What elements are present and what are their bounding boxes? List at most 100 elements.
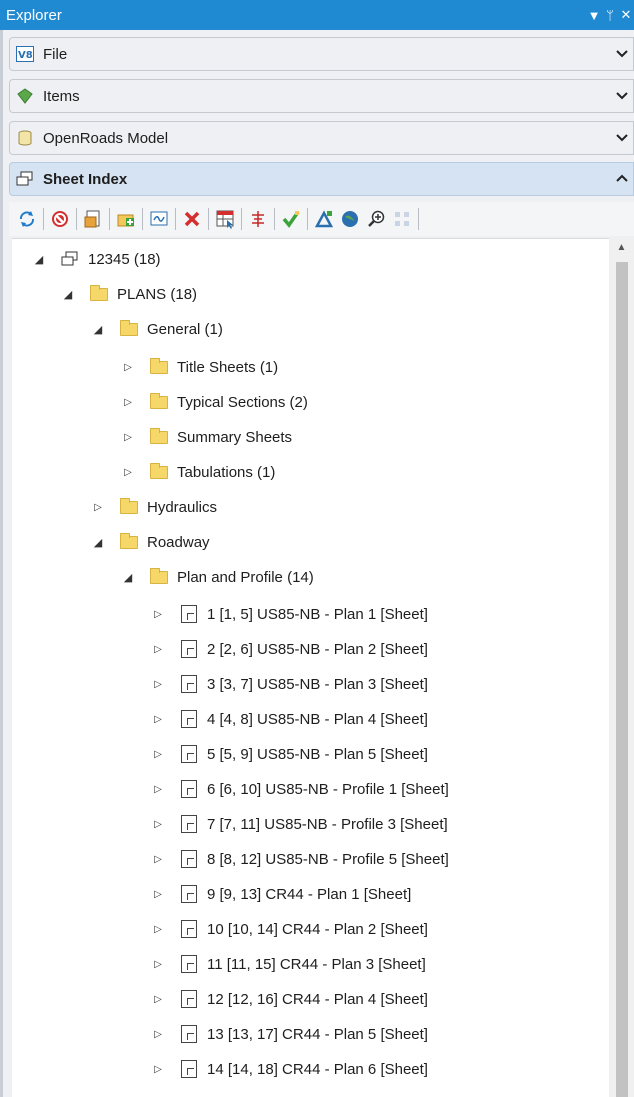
toolbar-separator xyxy=(142,208,143,230)
tree-node-sheet[interactable]: ▷ 3 [3, 7] US85-NB - Plan 3 [Sheet] xyxy=(151,669,428,699)
tree-node-tabulations[interactable]: ▷ Tabulations (1) xyxy=(121,457,275,487)
expand-arrow-icon[interactable]: ▷ xyxy=(121,432,135,443)
section-sheet-index[interactable]: Sheet Index xyxy=(9,162,634,196)
toolbar-separator xyxy=(241,208,242,230)
expand-arrow-icon[interactable]: ▷ xyxy=(121,467,135,478)
collapse-arrow-icon[interactable]: ◢ xyxy=(61,288,75,301)
expand-arrow-icon[interactable]: ▷ xyxy=(151,924,165,935)
tree-node-sheet[interactable]: ▷ 12 [12, 16] CR44 - Plan 4 [Sheet] xyxy=(151,984,428,1014)
tree-node-root[interactable]: ◢ 12345 (18) xyxy=(32,244,161,274)
sheet-icon xyxy=(179,675,199,693)
tree-node-sheet[interactable]: ▷ 10 [10, 14] CR44 - Plan 2 [Sheet] xyxy=(151,914,428,944)
expand-arrow-icon[interactable]: ▷ xyxy=(151,994,165,1005)
expand-arrow-icon[interactable]: ▷ xyxy=(121,362,135,373)
sheet-icon xyxy=(179,885,199,903)
expand-arrow-icon[interactable]: ▷ xyxy=(151,1029,165,1040)
expand-arrow-icon[interactable]: ▷ xyxy=(121,397,135,408)
sheet-icon xyxy=(179,1060,199,1078)
expand-arrow-icon[interactable]: ▷ xyxy=(151,819,165,830)
tree-node-sheet[interactable]: ▷ 1 [1, 5] US85-NB - Plan 1 [Sheet] xyxy=(151,599,428,629)
tree-node-title-sheets[interactable]: ▷ Title Sheets (1) xyxy=(121,352,278,382)
sheet-icon xyxy=(179,1025,199,1043)
section-file[interactable]: V8 File xyxy=(9,37,634,71)
tree-node-plan-and-profile[interactable]: ◢ Plan and Profile (14) xyxy=(121,562,314,592)
tree-node-typical-sections[interactable]: ▷ Typical Sections (2) xyxy=(121,387,308,417)
expand-arrow-icon[interactable]: ▷ xyxy=(151,679,165,690)
add-folder-icon[interactable] xyxy=(114,207,138,231)
zoom-icon[interactable] xyxy=(364,207,388,231)
expand-arrow-icon[interactable]: ▷ xyxy=(151,714,165,725)
expand-arrow-icon[interactable]: ▷ xyxy=(151,749,165,760)
section-file-label: File xyxy=(43,45,68,63)
section-openroads-model-label: OpenRoads Model xyxy=(43,129,169,147)
properties-icon[interactable] xyxy=(213,207,237,231)
toolbar-separator xyxy=(43,208,44,230)
tree-node-label: Roadway xyxy=(147,533,210,551)
refresh-icon[interactable] xyxy=(15,207,39,231)
sheet-icon xyxy=(179,780,199,798)
chevron-down-icon[interactable] xyxy=(611,131,633,145)
collapse-arrow-icon[interactable]: ◢ xyxy=(91,323,105,336)
grid-icon[interactable] xyxy=(390,207,414,231)
tree-node-label: Summary Sheets xyxy=(177,428,293,446)
explorer-title-bar: Explorer ▼ ᛘ ✕ xyxy=(0,0,634,30)
check-icon[interactable] xyxy=(279,207,303,231)
tree-node-sheet[interactable]: ▷ 11 [11, 15] CR44 - Plan 3 [Sheet] xyxy=(151,949,426,979)
tree-node-general[interactable]: ◢ General (1) xyxy=(91,314,223,344)
tree-node-summary-sheets[interactable]: ▷ Summary Sheets xyxy=(121,422,292,452)
chevron-down-icon[interactable] xyxy=(611,47,633,61)
sheet-icon xyxy=(179,745,199,763)
expand-arrow-icon[interactable]: ▷ xyxy=(151,959,165,970)
tree-node-sheet[interactable]: ▷ 4 [4, 8] US85-NB - Plan 4 [Sheet] xyxy=(151,704,428,734)
toolbar-separator xyxy=(274,208,275,230)
scroll-thumb[interactable] xyxy=(616,262,628,1097)
sheet-icon xyxy=(179,920,199,938)
tree-node-sheet[interactable]: ▷ 8 [8, 12] US85-NB - Profile 5 [Sheet] xyxy=(151,844,449,874)
chevron-up-icon[interactable] xyxy=(611,172,633,186)
scroll-up-arrow-icon[interactable]: ▲ xyxy=(609,242,634,256)
markup-icon[interactable] xyxy=(312,207,336,231)
expand-arrow-icon[interactable]: ▷ xyxy=(91,502,105,513)
section-items-label: Items xyxy=(43,87,80,105)
tree-node-sheet[interactable]: ▷ 7 [7, 11] US85-NB - Profile 3 [Sheet] xyxy=(151,809,448,839)
dropdown-icon[interactable]: ▼ xyxy=(586,0,602,30)
pin-icon[interactable]: ᛘ xyxy=(602,0,618,30)
sheet-icon xyxy=(179,850,199,868)
expand-arrow-icon[interactable]: ▷ xyxy=(151,784,165,795)
tree-node-sheet[interactable]: ▷ 13 [13, 17] CR44 - Plan 5 [Sheet] xyxy=(151,1019,428,1049)
tree-node-sheet[interactable]: ▷ 2 [2, 6] US85-NB - Plan 2 [Sheet] xyxy=(151,634,428,664)
expand-arrow-icon[interactable]: ▷ xyxy=(151,889,165,900)
sheet-icon xyxy=(179,605,199,623)
tree-node-hydraulics[interactable]: ▷ Hydraulics xyxy=(91,492,217,522)
tree-node-label: 8 [8, 12] US85-NB - Profile 5 [Sheet] xyxy=(207,850,449,868)
sheet-index-toolbar xyxy=(9,202,634,236)
tree-node-roadway[interactable]: ◢ Roadway xyxy=(91,527,210,557)
expand-arrow-icon[interactable]: ▷ xyxy=(151,854,165,865)
tree-node-sheet[interactable]: ▷ 6 [6, 10] US85-NB - Profile 1 [Sheet] xyxy=(151,774,449,804)
sort-icon[interactable] xyxy=(246,207,270,231)
close-icon[interactable]: ✕ xyxy=(618,0,634,30)
tree-node-plans[interactable]: ◢ PLANS (18) xyxy=(61,279,197,309)
delete-index-icon[interactable] xyxy=(48,207,72,231)
toolbar-separator xyxy=(307,208,308,230)
expand-arrow-icon[interactable]: ▷ xyxy=(151,609,165,620)
vertical-scrollbar[interactable]: ▲ xyxy=(609,238,634,1097)
sheet-icon xyxy=(179,640,199,658)
collapse-arrow-icon[interactable]: ◢ xyxy=(32,253,46,266)
folder-icon xyxy=(119,319,139,338)
remove-icon[interactable] xyxy=(180,207,204,231)
expand-arrow-icon[interactable]: ▷ xyxy=(151,644,165,655)
tree-node-label: PLANS (18) xyxy=(117,285,198,303)
section-openroads-model[interactable]: OpenRoads Model xyxy=(9,121,634,155)
tree-node-sheet[interactable]: ▷ 14 [14, 18] CR44 - Plan 6 [Sheet] xyxy=(151,1054,428,1084)
add-model-icon[interactable] xyxy=(147,207,171,231)
chevron-down-icon[interactable] xyxy=(611,89,633,103)
expand-arrow-icon[interactable]: ▷ xyxy=(151,1064,165,1075)
collapse-arrow-icon[interactable]: ◢ xyxy=(121,571,135,584)
tree-node-sheet[interactable]: ▷ 5 [5, 9] US85-NB - Plan 5 [Sheet] xyxy=(151,739,428,769)
add-sheet-icon[interactable] xyxy=(81,207,105,231)
section-items[interactable]: Items xyxy=(9,79,634,113)
collapse-arrow-icon[interactable]: ◢ xyxy=(91,536,105,549)
tree-node-sheet[interactable]: ▷ 9 [9, 13] CR44 - Plan 1 [Sheet] xyxy=(151,879,411,909)
globe-icon[interactable] xyxy=(338,207,362,231)
